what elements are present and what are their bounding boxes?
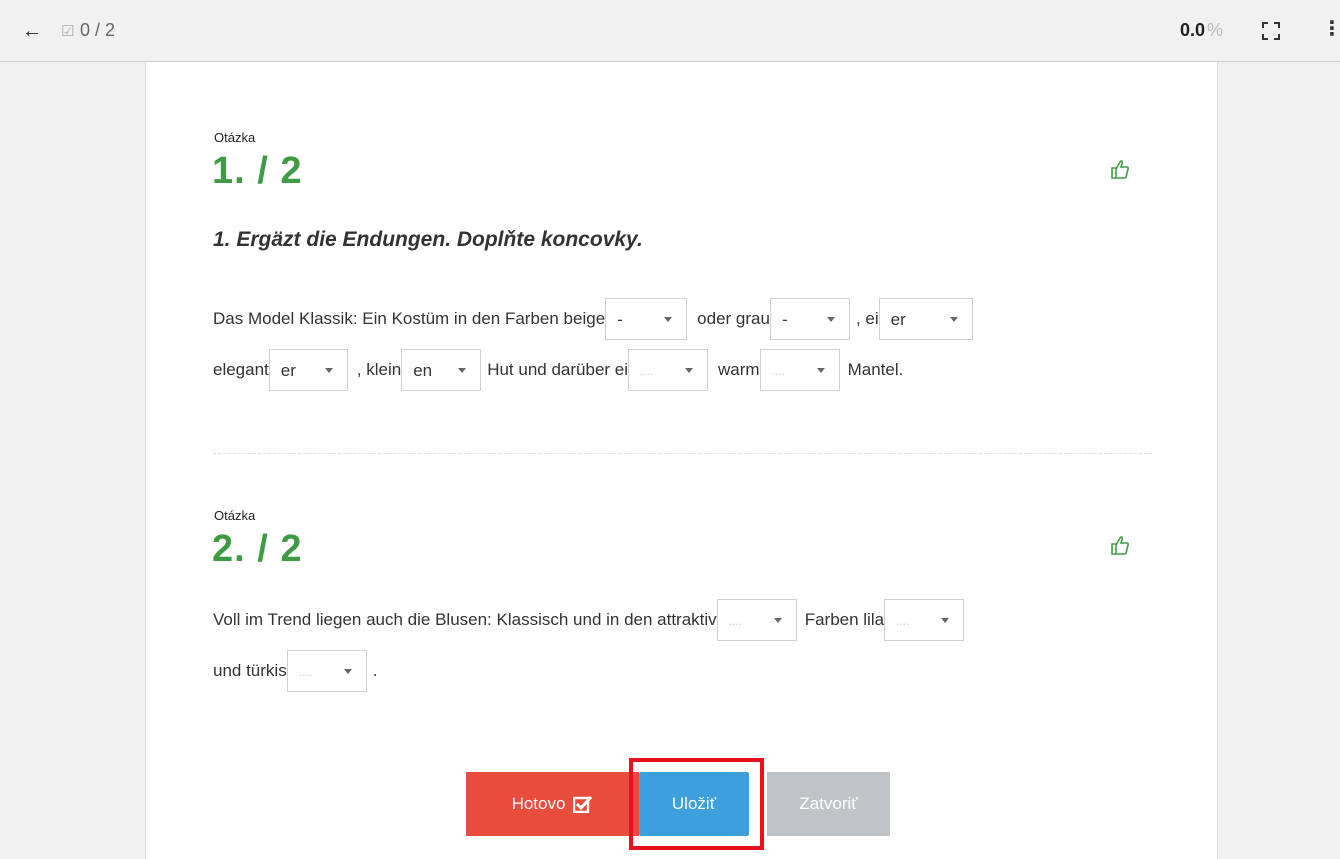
question-number: 1. / 2 (212, 150, 303, 192)
answer-select[interactable]: .... (628, 349, 709, 391)
expand-icon (1262, 22, 1280, 40)
question-label: Otázka (214, 130, 256, 145)
answer-select[interactable]: er (878, 298, 973, 340)
answer-select[interactable]: - (769, 298, 850, 340)
answer-select[interactable]: .... (716, 599, 797, 641)
caret-down-icon (343, 669, 352, 674)
question-text: Hut und darüber ei (487, 360, 629, 379)
question-text: oder grau (697, 309, 770, 328)
select-value: .... (298, 665, 313, 679)
select-value: er (890, 310, 906, 329)
done-button-label: Hotovo (511, 794, 566, 813)
question1-line1: Das Model Klassik: Ein Kostüm in den Far… (213, 298, 973, 340)
done-button[interactable]: Hotovo (466, 772, 639, 836)
thumbs-up-icon (1111, 536, 1129, 555)
score-display: 0.0% (1180, 20, 1223, 41)
question-text: , ei (855, 309, 879, 328)
question2-line2: und türkis .... . (213, 650, 377, 692)
check-square-icon (573, 795, 593, 813)
top-bar: ← ☑ 0 / 2 0.0% ⋮ (0, 0, 1340, 62)
caret-down-icon (664, 317, 673, 322)
answer-select[interactable]: .... (286, 650, 367, 692)
thumbs-up-icon (1111, 160, 1129, 179)
question-text: Das Model Klassik: Ein Kostüm in den Far… (213, 309, 606, 328)
arrow-left-icon: ← (22, 20, 42, 42)
caret-down-icon (949, 317, 958, 322)
select-value: er (280, 361, 296, 380)
close-button[interactable]: Zatvoriť (767, 772, 890, 836)
caret-down-icon (826, 317, 835, 322)
caret-down-icon (685, 368, 694, 373)
checkbox-icon: ☑ (61, 23, 75, 40)
question-text: elegant (213, 360, 269, 379)
more-vertical-icon: ⋮ (1322, 18, 1340, 40)
fullscreen-button[interactable] (1262, 22, 1280, 40)
answer-select[interactable]: .... (884, 599, 965, 641)
answer-select[interactable]: en (401, 349, 482, 391)
score-unit: % (1207, 20, 1224, 40)
select-value: .... (728, 614, 743, 628)
select-value: - (617, 310, 623, 329)
caret-down-icon (941, 618, 950, 623)
question2-line1: Voll im Trend liegen auch die Blusen: Kl… (213, 599, 965, 641)
answer-select[interactable]: er (268, 349, 348, 391)
select-value: .... (640, 364, 654, 378)
question-text: warm (718, 360, 760, 379)
question-text: Mantel. (847, 360, 904, 379)
question-number: 2. / 2 (212, 528, 303, 570)
answer-select[interactable]: - (605, 298, 688, 340)
caret-down-icon (324, 368, 333, 373)
question-text: . (372, 661, 378, 680)
question-text: Voll im Trend liegen auch die Blusen: Kl… (213, 610, 717, 629)
question-text: , klein (356, 360, 402, 379)
select-value: - (781, 310, 788, 329)
question1-line2: elegant er , klein en Hut und darüber ei… (213, 349, 903, 391)
caret-down-icon (816, 368, 825, 373)
more-menu-button[interactable]: ⋮ (1322, 18, 1340, 42)
progress-counter: 0 / 2 (80, 20, 116, 40)
answer-select[interactable]: .... (759, 349, 840, 391)
question-label: Otázka (214, 508, 256, 523)
caret-down-icon (773, 618, 782, 623)
close-button-label: Zatvoriť (799, 794, 858, 813)
question-text: und türkis (213, 661, 287, 680)
score-value: 0.0 (1180, 20, 1206, 40)
question-divider (213, 453, 1152, 454)
question-card: Otázka 1. / 2 1. Ergäzt die Endungen. Do… (145, 62, 1218, 859)
question-text: Farben lila (804, 610, 885, 629)
caret-down-icon (458, 368, 467, 373)
select-value: .... (771, 364, 785, 378)
back-button[interactable]: ← (22, 20, 44, 42)
question-instruction: 1. Ergäzt die Endungen. Doplňte koncovky… (213, 228, 643, 251)
select-value: en (413, 361, 433, 380)
highlight-box (629, 758, 764, 850)
select-value: .... (896, 614, 910, 628)
